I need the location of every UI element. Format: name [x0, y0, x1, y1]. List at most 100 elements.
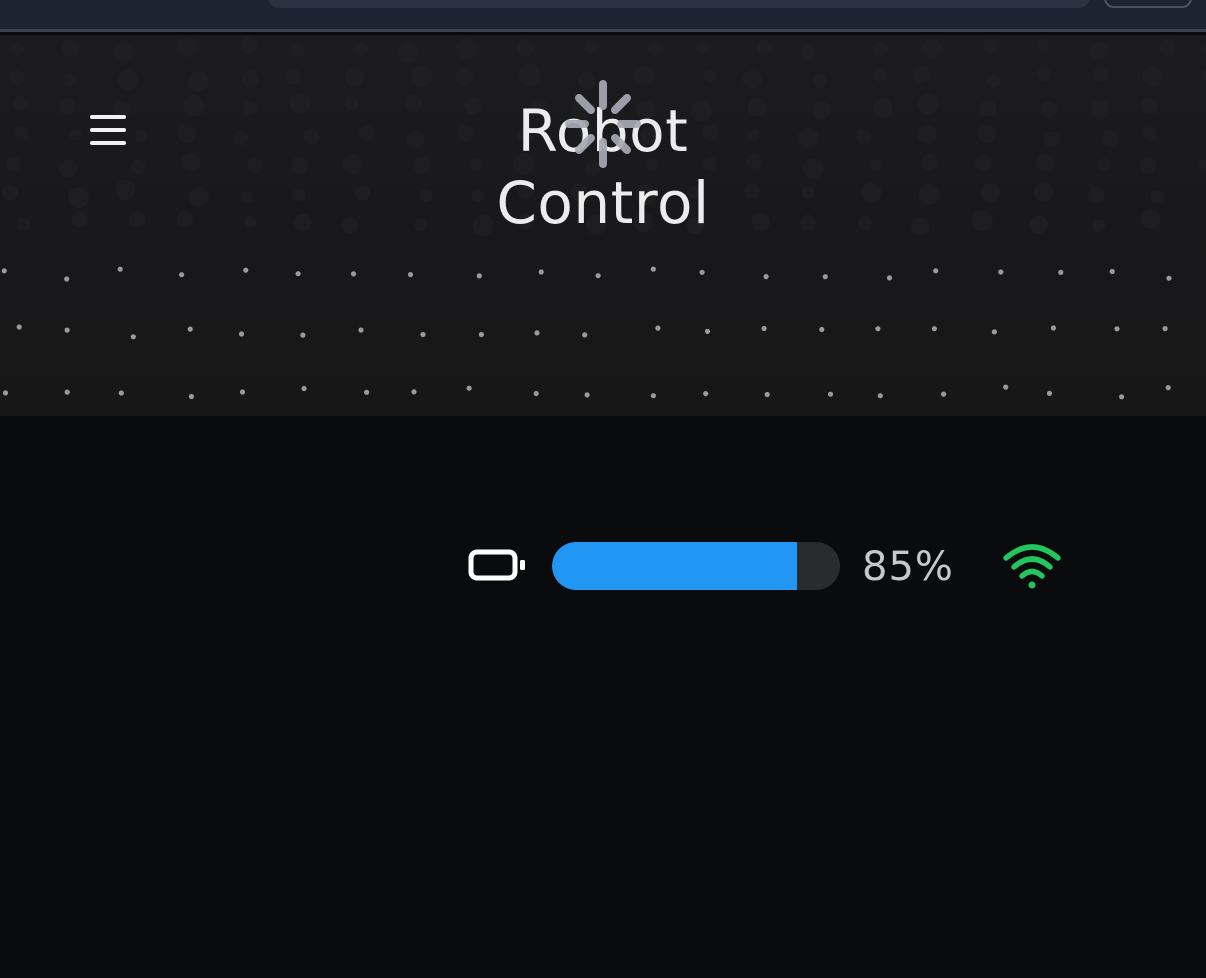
browser-toolbar-button[interactable] [1104, 0, 1192, 8]
background-dot [68, 187, 89, 209]
background-dot [1090, 100, 1110, 120]
background-dot [971, 210, 993, 232]
star-dot [875, 326, 881, 332]
background-dot [11, 42, 25, 57]
star-dot [822, 274, 828, 280]
background-dot [183, 95, 205, 117]
background-dot [114, 43, 133, 61]
background-dot [872, 98, 893, 119]
background-dot [59, 159, 78, 178]
background-dot [358, 125, 375, 142]
star-dot [2, 390, 9, 396]
star-dot [64, 389, 70, 395]
background-dot [813, 101, 831, 120]
background-dot [189, 187, 209, 207]
background-dot [455, 37, 478, 60]
star-dot [1166, 275, 1172, 281]
background-dot [241, 191, 254, 204]
background-dot [14, 126, 29, 141]
star-dot [117, 266, 123, 272]
background-dot [516, 39, 534, 58]
background-dot [800, 45, 815, 60]
star-dot [534, 330, 540, 336]
star-dot [1003, 384, 1009, 390]
background-dot [703, 70, 717, 83]
background-dot [289, 93, 311, 114]
star-dot [533, 390, 539, 397]
star-dot [1162, 326, 1168, 332]
background-dot [918, 183, 940, 205]
star-dot [1119, 394, 1125, 400]
star-dot [584, 392, 590, 398]
background-dot [1097, 158, 1111, 172]
star-dot [350, 271, 357, 277]
star-dot [761, 325, 767, 332]
background-dot [802, 158, 824, 179]
background-dot [69, 128, 82, 141]
background-dot [584, 40, 599, 55]
background-dot [986, 74, 1001, 88]
background-dot [1033, 182, 1054, 202]
background-dot [1140, 97, 1158, 115]
background-dot [873, 41, 888, 56]
background-dot [1150, 190, 1164, 204]
star-dot [703, 391, 709, 397]
star-dot [411, 389, 417, 395]
background-dot [455, 68, 473, 86]
background-dot [1, 184, 18, 201]
title-block: Robot Control [403, 80, 803, 237]
status-bar: 85% [466, 540, 1066, 594]
star-dot [64, 276, 70, 282]
background-dot [244, 215, 257, 228]
star-dot [595, 273, 601, 279]
background-dot [983, 39, 998, 54]
menu-button[interactable] [84, 109, 132, 151]
address-bar[interactable] [268, 0, 1090, 8]
star-dot [941, 391, 947, 397]
background-dot [12, 95, 29, 112]
background-dot [920, 153, 938, 171]
star-dot [704, 328, 711, 334]
star-dot [699, 269, 705, 275]
star-dot [764, 391, 770, 398]
star-dot [478, 331, 484, 338]
background-dot [243, 100, 258, 116]
app-header: Robot Control [0, 35, 1206, 416]
background-dot [873, 69, 886, 82]
background-dot [1043, 131, 1060, 148]
background-dot [1201, 69, 1206, 82]
star-dot [407, 272, 414, 278]
star-dot [130, 334, 136, 340]
background-dot [303, 128, 320, 145]
battery-icon [468, 549, 525, 581]
star-dot [476, 273, 482, 279]
background-dot [117, 69, 138, 91]
star-dot [998, 269, 1004, 275]
star-dot [819, 326, 825, 333]
battery-percentage: 85% [862, 544, 954, 590]
background-dot [861, 182, 882, 203]
background-dot [1139, 156, 1157, 174]
background-dot [71, 211, 88, 229]
background-dot [188, 71, 209, 92]
star-dot [886, 275, 893, 281]
star-dot [650, 393, 657, 399]
background-dot [857, 216, 872, 231]
spinner-icon [565, 80, 641, 168]
background-dot [917, 124, 937, 144]
background-dot [1093, 66, 1109, 83]
background-dot [285, 68, 302, 85]
star-dot [179, 272, 185, 278]
background-dot [62, 73, 77, 87]
star-dot [239, 389, 246, 395]
star-dot [301, 385, 307, 392]
background-dot [518, 63, 541, 86]
background-dot [115, 179, 136, 201]
background-dot [1036, 39, 1050, 52]
background-dot [242, 70, 260, 88]
star-dot [1, 268, 7, 274]
star-dot [295, 271, 301, 277]
star-dot [538, 269, 544, 275]
background-dot [1092, 219, 1106, 233]
star-dot [420, 331, 426, 338]
